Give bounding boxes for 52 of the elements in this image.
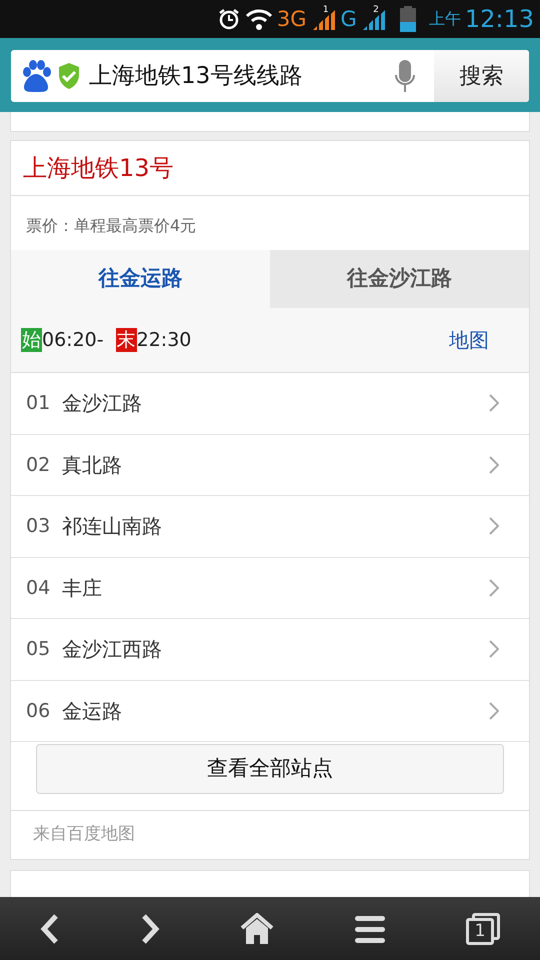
- alarm-clock-icon: [216, 7, 241, 31]
- start-badge: 始: [21, 328, 42, 352]
- microphone-icon[interactable]: [394, 59, 416, 93]
- station-number: 04: [26, 576, 50, 600]
- direction-tab[interactable]: 往金沙江路: [270, 250, 529, 308]
- view-all-button[interactable]: 查看全部站点: [36, 744, 504, 794]
- network-label: 3G: [276, 8, 307, 30]
- station-name: 真北路: [62, 452, 122, 479]
- map-link[interactable]: 地图: [449, 325, 489, 355]
- network-label: G: [340, 8, 357, 30]
- battery-icon: [398, 5, 417, 33]
- station-name: 金沙江路: [62, 390, 142, 418]
- paw-icon: [21, 60, 51, 92]
- forward-icon[interactable]: [140, 912, 160, 944]
- am-pm-label: 上午: [428, 8, 461, 30]
- station-name: 丰庄: [62, 574, 102, 602]
- station-name: 祁连山南路: [62, 513, 162, 540]
- chevron-right-icon: [489, 517, 499, 536]
- chevron-right-icon: [489, 702, 499, 720]
- station-row[interactable]: 02 真北路: [11, 434, 529, 496]
- menu-icon[interactable]: [354, 914, 386, 944]
- start-time: 06:20-: [42, 328, 104, 353]
- station-row[interactable]: 03 祁连山南路: [11, 496, 529, 558]
- search-input[interactable]: 上海地铁13号线线路: [89, 58, 394, 94]
- station-number: 06: [26, 698, 50, 724]
- source-text: 来自百度地图: [33, 823, 135, 846]
- home-icon[interactable]: [240, 912, 274, 944]
- station-number: 01: [26, 391, 50, 416]
- station-name: 金沙江西路: [62, 636, 162, 664]
- chevron-right-icon: [489, 578, 499, 597]
- shield-check-icon: [57, 62, 81, 90]
- end-time: 22:30: [136, 328, 192, 353]
- station-name: 金运路: [62, 698, 122, 725]
- station-number: 05: [26, 637, 50, 662]
- search-button[interactable]: 搜索: [434, 50, 529, 102]
- station-row[interactable]: 05 金沙江西路: [11, 619, 529, 680]
- station-number: 02: [26, 452, 50, 478]
- end-badge: 末: [116, 328, 137, 352]
- chevron-right-icon: [489, 640, 499, 658]
- search-field[interactable]: 上海地铁13号线线路 搜索: [11, 50, 529, 102]
- clock-time: 12:13: [464, 7, 534, 31]
- station-row[interactable]: 01 金沙江路: [11, 373, 529, 434]
- card-title[interactable]: 上海地铁13号: [23, 150, 174, 186]
- chevron-right-icon: [489, 456, 499, 474]
- station-number: 03: [26, 514, 50, 539]
- station-row[interactable]: 04 丰庄: [11, 558, 529, 619]
- direction-tab[interactable]: 往金运路: [11, 250, 270, 308]
- station-row[interactable]: 06 金运路: [11, 680, 529, 742]
- fare-text: 票价：单程最高票价4元: [26, 215, 196, 237]
- chevron-right-icon: [489, 394, 499, 412]
- wifi-icon: [244, 7, 273, 31]
- back-icon[interactable]: [40, 912, 60, 944]
